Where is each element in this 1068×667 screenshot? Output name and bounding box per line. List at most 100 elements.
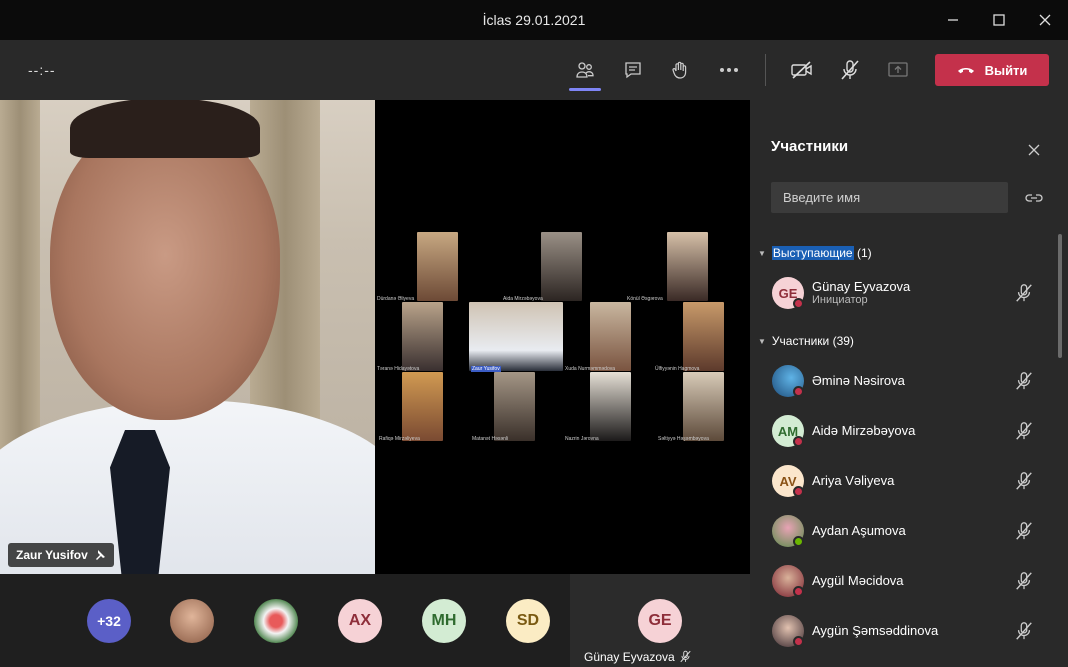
share-invite-button[interactable] — [1024, 188, 1044, 208]
close-window-button[interactable] — [1022, 0, 1068, 40]
gallery-tile — [683, 302, 724, 371]
more-icon — [720, 68, 738, 72]
gallery-tile — [667, 232, 708, 301]
status-dot — [793, 486, 804, 497]
share-screen-icon — [888, 62, 908, 77]
presenters-section-header[interactable]: ▼ Выступающие (1) — [758, 246, 872, 260]
mic-toggle-button[interactable] — [833, 54, 867, 86]
status-dot — [793, 636, 804, 647]
attendees-section-label: Участники (39) — [771, 334, 854, 348]
collapse-caret-icon: ▼ — [758, 336, 766, 346]
raise-hand-button[interactable] — [663, 54, 697, 86]
more-participants-button[interactable]: +32 — [87, 599, 131, 643]
video-stage: Zaur Yusifov Dürdanə Əliyeva Aida Mirzəb… — [0, 100, 750, 574]
hang-up-icon — [957, 68, 974, 74]
more-actions-button[interactable] — [712, 54, 746, 86]
leave-label: Выйти — [984, 62, 1028, 78]
share-screen-button[interactable] — [881, 54, 915, 86]
mic-off-icon — [1016, 372, 1032, 390]
collapse-caret-icon: ▼ — [758, 248, 766, 258]
self-name: Günay Eyvazova — [584, 650, 675, 664]
gallery-tile — [683, 372, 724, 441]
people-icon — [576, 62, 594, 78]
link-icon — [1025, 194, 1043, 202]
gallery-tile — [402, 302, 443, 371]
participant-row[interactable]: AV Ariya Vəliyeva — [750, 456, 1055, 506]
participant-name: Aidə Mirzəbəyova — [812, 423, 916, 438]
mic-off-icon — [680, 650, 691, 663]
status-dot-available — [793, 536, 804, 547]
participant-name: Aydan Aşumova — [812, 523, 906, 538]
camera-off-icon — [791, 61, 812, 79]
show-chat-button[interactable] — [616, 54, 650, 86]
meeting-toolbar: --:-- Выйти — [0, 40, 1068, 100]
participant-name: Aygül Məcidova — [812, 573, 904, 588]
participant-search-input[interactable] — [771, 182, 1008, 213]
mic-off-icon — [841, 60, 859, 80]
mic-off-icon — [1016, 422, 1032, 440]
maximize-icon — [993, 14, 1005, 26]
attendees-section-header[interactable]: ▼ Участники (39) — [758, 334, 854, 348]
active-tab-indicator — [569, 88, 601, 91]
speaker-name: Zaur Yusifov — [16, 548, 88, 562]
participant-name: Aygün Şəmsəddinova — [812, 623, 939, 638]
participant-row[interactable]: Aydan Aşumova — [750, 506, 1055, 556]
maximize-button[interactable] — [976, 0, 1022, 40]
participant-avatar-ax[interactable]: AX — [338, 599, 382, 643]
shared-gallery-video[interactable]: Dürdanə Əliyeva Aida Mirzəbəyova Könül Ə… — [375, 100, 750, 574]
participant-strip: +32 AX MH SD GE Günay Eyvazova — [0, 574, 750, 667]
participants-panel: Участники ▼ Выступающие (1) GE Günay Eyv… — [750, 100, 1068, 667]
self-avatar: GE — [638, 599, 682, 643]
show-participants-button[interactable] — [568, 54, 602, 86]
gallery-tile — [494, 372, 535, 441]
participant-avatar-mh[interactable]: MH — [422, 599, 466, 643]
participant-photo-avatar[interactable] — [254, 599, 298, 643]
status-dot — [793, 436, 804, 447]
gallery-tile — [541, 232, 582, 301]
mic-off-icon — [1016, 572, 1032, 590]
close-panel-button[interactable] — [1024, 140, 1044, 160]
mic-off-icon — [1016, 472, 1032, 490]
camera-toggle-button[interactable] — [785, 54, 819, 86]
window-title: İclas 29.01.2021 — [482, 12, 586, 28]
gallery-tile — [417, 232, 458, 301]
gallery-tile-label: Rafiqə Mirzəliyeva — [379, 436, 420, 442]
participant-row[interactable]: Aygül Məcidova — [750, 556, 1055, 606]
minimize-button[interactable] — [930, 0, 976, 40]
hand-icon — [672, 61, 687, 79]
participant-name: Əminə Nəsirova — [812, 373, 905, 388]
pin-icon — [95, 550, 105, 560]
gallery-tile-label: Nazrin Jərovna — [565, 436, 599, 442]
close-icon — [1028, 144, 1040, 156]
mic-off-icon — [1016, 622, 1032, 640]
participant-row[interactable]: AM Aidə Mirzəbəyova — [750, 406, 1055, 456]
status-dot — [793, 586, 804, 597]
speaker-name-tag: Zaur Yusifov — [8, 543, 114, 567]
speaker-video[interactable]: Zaur Yusifov — [0, 100, 375, 574]
participant-avatar-sd[interactable]: SD — [506, 599, 550, 643]
participant-photo-avatar[interactable] — [170, 599, 214, 643]
participant-row[interactable]: Aygün Şəmsəddinova — [750, 606, 1055, 656]
participant-name: Günay Eyvazova — [812, 279, 911, 294]
close-icon — [1039, 14, 1051, 26]
participant-row[interactable]: Əminə Nəsirova — [750, 356, 1055, 406]
toolbar-separator — [765, 54, 766, 86]
speaker-hair — [70, 100, 260, 158]
panel-scrollbar[interactable] — [1058, 234, 1062, 358]
window-controls — [930, 0, 1068, 40]
status-dot — [793, 298, 804, 309]
title-bar: İclas 29.01.2021 — [0, 0, 1068, 40]
self-video-tile[interactable]: GE Günay Eyvazova — [570, 574, 750, 667]
mic-off-icon — [1016, 284, 1032, 302]
participant-role: Инициатор — [812, 294, 868, 306]
gallery-tile-label: Səltiyyə Həşəmbəyova — [658, 436, 709, 442]
status-dot — [793, 386, 804, 397]
participant-name: Ariya Vəliyeva — [812, 473, 895, 488]
gallery-tile-label: Matanət Həsənli — [472, 436, 509, 442]
participant-row-presenter[interactable]: GE Günay Eyvazova Инициатор — [750, 268, 1055, 318]
presenters-count: (1) — [856, 246, 872, 260]
gallery-tile-label: Könül Əsgərova — [627, 296, 663, 302]
gallery-tile — [469, 302, 563, 371]
speaker-face — [50, 120, 280, 420]
leave-call-button[interactable]: Выйти — [935, 54, 1049, 86]
